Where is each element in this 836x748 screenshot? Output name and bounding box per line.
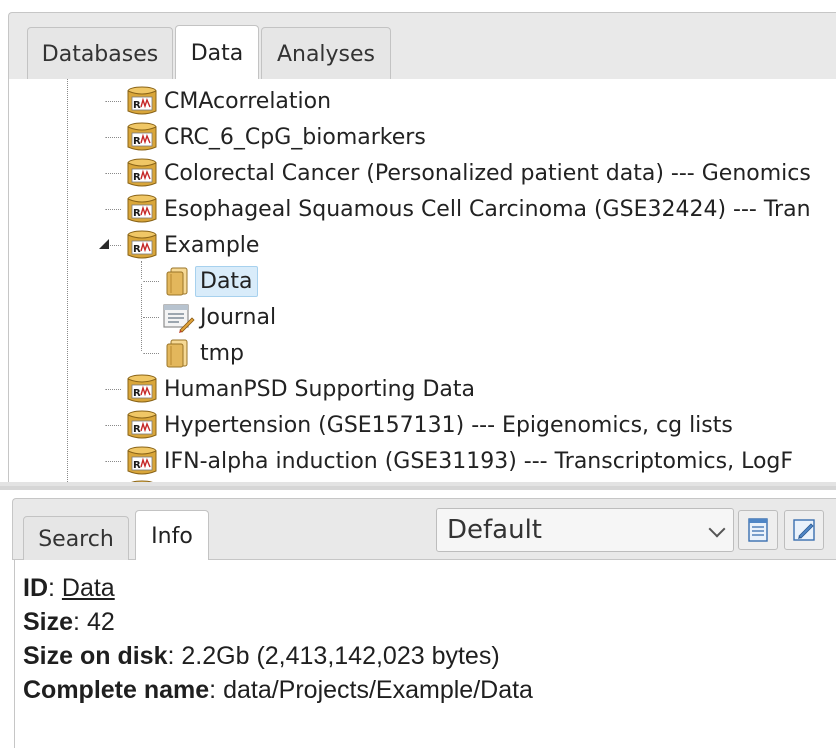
tab-data[interactable]: Data bbox=[175, 25, 259, 81]
info-name-line: Complete name: data/Projects/Example/Dat… bbox=[23, 676, 533, 704]
tree-item-hypertension[interactable]: R Hypertension (GSE157131) --- Epigenomi… bbox=[125, 409, 738, 441]
tab-databases[interactable]: Databases bbox=[27, 27, 173, 81]
tree-item-humanpsd[interactable]: R HumanPSD Supporting Data bbox=[125, 373, 480, 405]
tree-item-crc-biomarkers[interactable]: R CRC_6_CpG_biomarkers bbox=[125, 121, 431, 153]
tab-search[interactable]: Search bbox=[23, 516, 129, 561]
tree-item-label: CRC_6_CpG_biomarkers bbox=[164, 124, 426, 150]
view-select-value: Default bbox=[447, 515, 542, 545]
info-name-value: data/Projects/Example/Data bbox=[223, 676, 533, 704]
expand-icon[interactable] bbox=[96, 201, 106, 217]
repository-tabbar: Databases Data Analyses bbox=[8, 12, 836, 81]
tree-guide-line bbox=[67, 79, 68, 486]
expand-icon[interactable] bbox=[96, 453, 106, 469]
tree-connector bbox=[105, 209, 121, 210]
info-disk-label: Size on disk bbox=[23, 642, 168, 670]
info-id-link[interactable]: Data bbox=[62, 574, 115, 602]
info-size-line: Size: 42 bbox=[23, 608, 115, 636]
expand-icon[interactable] bbox=[134, 273, 144, 289]
expand-icon[interactable] bbox=[96, 381, 106, 397]
tree-connector bbox=[143, 353, 159, 354]
expand-icon[interactable] bbox=[96, 165, 106, 181]
tree-item-label: Colorectal Cancer (Personalized patient … bbox=[164, 160, 811, 186]
info-details: ID: Data Size: 42 Size on disk: 2.2Gb (2… bbox=[14, 560, 836, 748]
tree-connector bbox=[105, 425, 121, 426]
document-button[interactable] bbox=[738, 510, 778, 550]
expand-icon[interactable] bbox=[96, 129, 106, 145]
database-icon: R bbox=[127, 374, 157, 403]
tree-item-example[interactable]: R Example bbox=[125, 229, 264, 261]
tree-item-label: HumanPSD Supporting Data bbox=[164, 376, 476, 402]
database-icon: R bbox=[127, 158, 157, 187]
tree-item-label: Esophageal Squamous Cell Carcinoma (GSE3… bbox=[164, 196, 811, 222]
journal-icon bbox=[163, 304, 195, 333]
database-icon: R bbox=[127, 86, 157, 115]
tree-connector bbox=[143, 317, 159, 318]
tree-item-ifn-alpha[interactable]: R IFN-alpha induction (GSE31193) --- Tra… bbox=[125, 445, 798, 477]
database-icon: R bbox=[127, 410, 157, 439]
tree-connector bbox=[105, 173, 121, 174]
svg-text:R: R bbox=[133, 460, 141, 471]
info-size-value: 42 bbox=[86, 608, 115, 636]
tab-analyses[interactable]: Analyses bbox=[261, 27, 391, 81]
repository-panel: Databases Data Analyses R CMAcorrelation… bbox=[0, 0, 836, 486]
tree-connector bbox=[143, 281, 159, 282]
tree-item-tmp[interactable]: tmp bbox=[161, 337, 249, 369]
tree-item-label: Journal bbox=[200, 304, 277, 330]
tree-item-label: IFN-alpha induction (GSE31193) --- Trans… bbox=[164, 448, 794, 474]
info-id-label: ID bbox=[23, 574, 48, 602]
info-name-label: Complete name bbox=[23, 676, 210, 704]
info-id-line: ID: Data bbox=[23, 574, 115, 602]
tree-item-colorectal-cancer[interactable]: R Colorectal Cancer (Personalized patien… bbox=[125, 157, 816, 189]
tree-connector bbox=[105, 101, 121, 102]
database-icon: R bbox=[127, 194, 157, 223]
database-icon: R bbox=[127, 230, 157, 259]
chevron-down-icon bbox=[708, 520, 726, 538]
tree-item-data[interactable]: Data bbox=[161, 265, 258, 297]
svg-text:R: R bbox=[133, 208, 141, 219]
svg-text:R: R bbox=[133, 388, 141, 399]
tree-item-label: Hypertension (GSE157131) --- Epigenomics… bbox=[164, 412, 733, 438]
info-disk-line: Size on disk: 2.2Gb (2,413,142,023 bytes… bbox=[23, 642, 500, 670]
tree-item-label: tmp bbox=[200, 340, 245, 366]
tree-item-label: Example bbox=[164, 232, 260, 258]
expand-icon[interactable] bbox=[96, 417, 106, 433]
edit-button[interactable] bbox=[784, 510, 824, 550]
edit-icon bbox=[793, 519, 815, 541]
svg-text:R: R bbox=[133, 136, 141, 147]
folder-icon bbox=[166, 339, 188, 368]
svg-text:R: R bbox=[133, 244, 141, 255]
expand-icon[interactable] bbox=[134, 345, 144, 361]
tree-item-journal[interactable]: Journal bbox=[161, 301, 281, 333]
info-panel: Search Info Default ID: Data Size: 42 Si… bbox=[0, 486, 836, 748]
svg-text:R: R bbox=[133, 172, 141, 183]
tree-item-esophageal-carcinoma[interactable]: R Esophageal Squamous Cell Carcinoma (GS… bbox=[125, 193, 816, 225]
folder-icon bbox=[166, 267, 188, 296]
svg-text:R: R bbox=[133, 424, 141, 435]
repository-tree: R CMAcorrelation R CRC_6_CpG_biomarkers … bbox=[8, 79, 836, 486]
tab-info[interactable]: Info bbox=[135, 510, 209, 561]
svg-text:R: R bbox=[133, 100, 141, 111]
info-size-label: Size bbox=[23, 608, 74, 636]
info-disk-value: 2.2Gb (2,413,142,023 bytes) bbox=[181, 642, 500, 670]
database-icon: R bbox=[127, 446, 157, 475]
tree-item-label: Data bbox=[195, 265, 258, 297]
database-icon: R bbox=[127, 122, 157, 151]
view-select[interactable]: Default bbox=[436, 508, 734, 552]
tree-connector bbox=[105, 137, 121, 138]
expand-icon[interactable] bbox=[96, 93, 106, 109]
tree-connector bbox=[105, 389, 121, 390]
document-icon bbox=[748, 518, 768, 542]
tree-item-cmacorrelation[interactable]: R CMAcorrelation bbox=[125, 85, 336, 117]
tree-connector bbox=[105, 461, 121, 462]
collapse-icon[interactable] bbox=[99, 239, 109, 249]
tree-item-label: CMAcorrelation bbox=[164, 88, 332, 114]
